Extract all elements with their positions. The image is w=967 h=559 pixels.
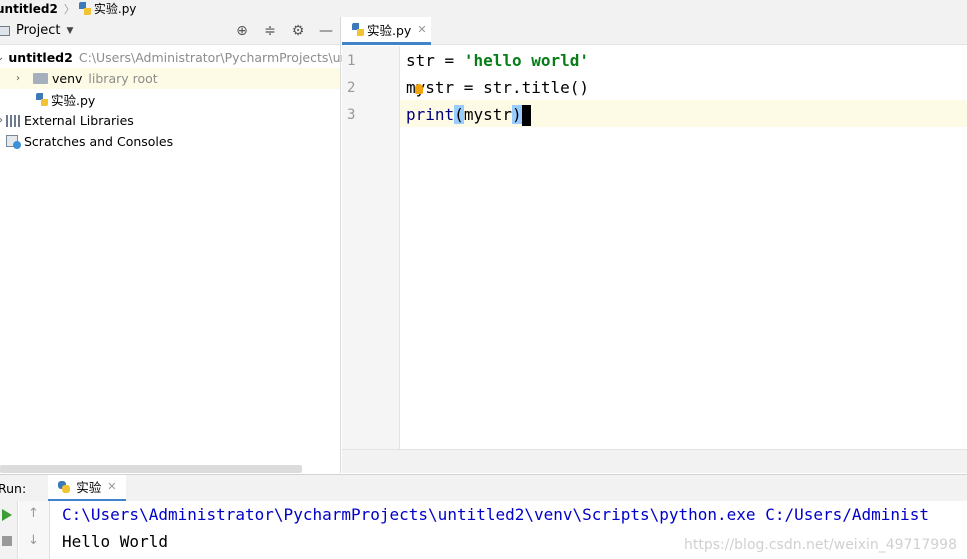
project-view-icon (0, 25, 10, 36)
run-tab-label: 实验 (76, 480, 102, 495)
run-label: Run: (0, 480, 27, 496)
code-identifier: str (406, 51, 435, 70)
code-paren-close: ) (511, 105, 522, 124)
code-paren-open: ( (454, 105, 464, 124)
navigation-bar: untitled2 〉 实验.py (0, 0, 967, 17)
locate-icon[interactable]: ⊕ (234, 23, 250, 39)
tree-item-scratches[interactable]: Scratches and Consoles (0, 131, 340, 152)
tree-item-label: External Libraries (24, 113, 134, 128)
line-number: 3 (347, 107, 356, 123)
scratches-icon (6, 134, 21, 149)
code-function: print (406, 105, 455, 124)
tree-item-file[interactable]: 实验.py (0, 89, 340, 110)
code-string-literal: 'hello world' (463, 51, 590, 70)
tree-item-path: C:\Users\Administrator\PycharmProjects\u… (78, 50, 346, 65)
python-file-icon (78, 2, 91, 15)
editor-tab-label: 实验.py (367, 23, 412, 38)
chevron-down-icon[interactable]: ⌄ (0, 52, 4, 63)
project-panel: Project ▼ ⊕ ≑ ⚙ — ⌄ untitled2 C:\Users\A… (0, 17, 346, 473)
close-icon[interactable]: ✕ (417, 23, 426, 36)
run-tab[interactable]: 实验 ✕ (48, 474, 127, 502)
collapse-icon[interactable]: ≑ (262, 23, 278, 39)
code-operator: = (434, 51, 464, 70)
libraries-icon (6, 114, 21, 127)
chevron-right-icon[interactable]: › (13, 73, 23, 84)
line-number: 1 (347, 53, 356, 69)
code-text: mystr = str.title() (406, 78, 590, 97)
minimize-icon[interactable]: — (318, 23, 334, 39)
code-line-1: str = 'hello world' (406, 47, 589, 74)
rerun-icon[interactable] (2, 509, 12, 521)
project-panel-header: Project ▼ ⊕ ≑ ⚙ — (0, 17, 340, 45)
watermark-text: https://blog.csdn.net/weixin_49717998 (683, 537, 957, 553)
run-controls (0, 501, 18, 559)
editor-tab[interactable]: 实验.py ✕ (342, 17, 431, 45)
code-line-3: print(mystr) (406, 101, 531, 128)
breadcrumb-file-label: 实验.py (93, 2, 137, 16)
run-console-output[interactable]: C:\Users\Administrator\PycharmProjects\u… (50, 501, 967, 559)
code-argument: mystr (463, 105, 512, 124)
breadcrumb-separator: 〉 (63, 2, 75, 16)
horizontal-scrollbar[interactable] (0, 465, 302, 473)
run-toolwindow-header: Run: 实验 ✕ (0, 474, 967, 502)
tree-item-project-root[interactable]: ⌄ untitled2 C:\Users\Administrator\Pycha… (0, 47, 346, 68)
text-caret (521, 105, 531, 126)
breadcrumb-file[interactable]: 实验.py (78, 0, 137, 17)
chevron-down-icon[interactable]: ▼ (66, 26, 73, 36)
arrow-up-icon[interactable]: ↑ (28, 506, 39, 521)
code-line-2: mystr = str.title() (406, 74, 589, 101)
folder-icon (33, 73, 48, 84)
console-output-line: Hello World (62, 532, 168, 551)
close-icon[interactable]: ✕ (107, 480, 116, 493)
gear-icon[interactable]: ⚙ (290, 23, 306, 39)
code-editor[interactable]: str = 'hello world' mystr = str.title() … (401, 46, 967, 449)
tree-item-label: Scratches and Consoles (24, 134, 174, 149)
run-output-controls: ↑ ↓ (19, 501, 50, 559)
line-number-gutter: 1 2 3 (342, 46, 400, 449)
line-number: 2 (347, 80, 356, 96)
intention-bulb-icon[interactable] (415, 84, 423, 94)
arrow-down-icon[interactable]: ↓ (28, 533, 39, 548)
python-file-icon (36, 93, 48, 106)
breadcrumb-project[interactable]: untitled2 (0, 2, 58, 16)
tree-item-external-libraries[interactable]: › External Libraries (0, 110, 340, 131)
editor-bottom-strip (342, 449, 967, 473)
python-file-icon (352, 23, 364, 36)
editor-tab-bar: 实验.py ✕ (342, 17, 967, 45)
tree-item-note: library root (88, 71, 158, 86)
tree-item-label: venv (52, 71, 83, 86)
tree-item-label: 实验.py (51, 93, 96, 108)
stop-icon[interactable] (2, 536, 12, 546)
project-tree: ⌄ untitled2 C:\Users\Administrator\Pycha… (0, 45, 346, 152)
project-panel-toolbar: ⊕ ≑ ⚙ — (234, 17, 334, 45)
console-command-line: C:\Users\Administrator\PycharmProjects\u… (62, 505, 929, 524)
tree-item-label: untitled2 (8, 50, 73, 65)
project-view-selector[interactable]: Project (16, 23, 60, 38)
tree-item-venv[interactable]: › venv library root (0, 68, 340, 89)
python-icon (58, 480, 71, 493)
